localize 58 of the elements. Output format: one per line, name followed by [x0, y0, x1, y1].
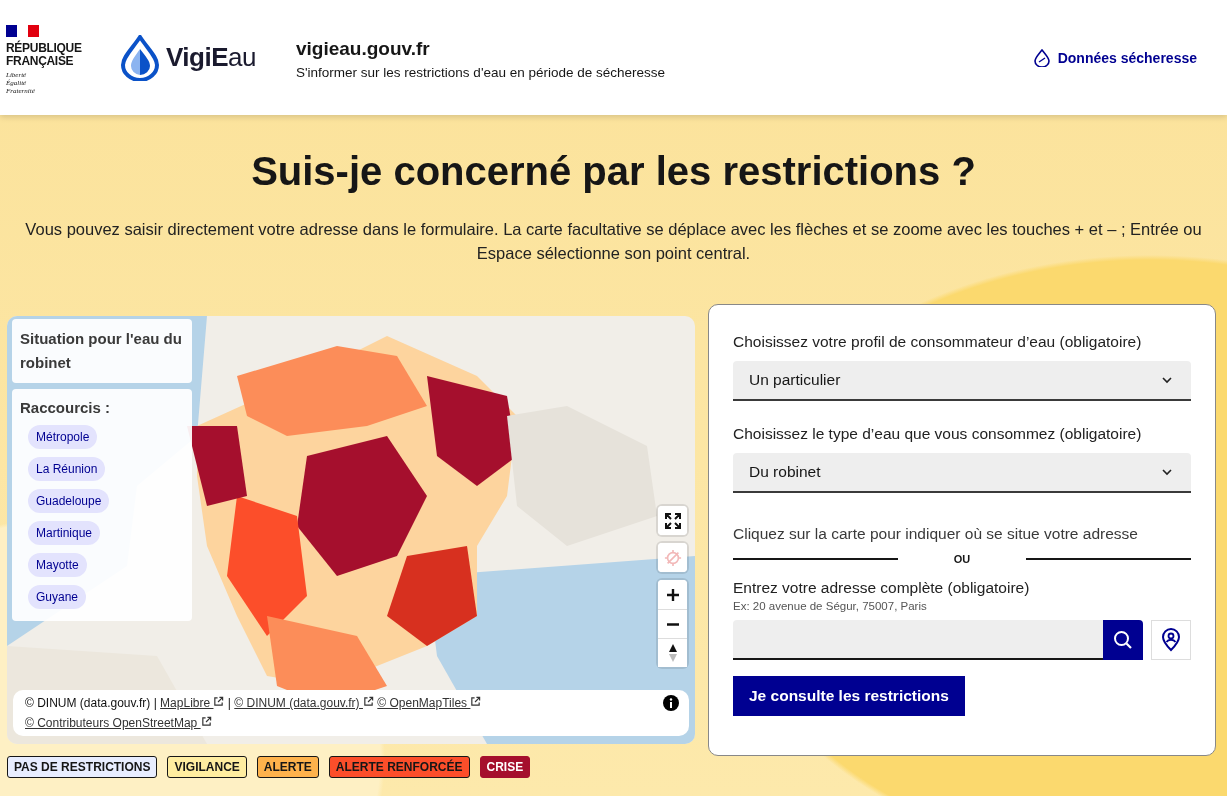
- drop-icon: [1033, 48, 1050, 67]
- shortcuts-heading: Raccourcis :: [20, 398, 112, 418]
- chevron-icon: [1161, 468, 1173, 476]
- republic-name: RÉPUBLIQUE: [6, 41, 83, 55]
- compass-icon: [668, 644, 677, 662]
- info-icon[interactable]: [663, 695, 679, 711]
- republic-name: FRANÇAISE: [6, 54, 74, 68]
- legend-tag: ALERTE: [256, 756, 319, 778]
- crossed-target-icon: [663, 548, 682, 567]
- shortcut-chip[interactable]: La Réunion: [28, 457, 106, 481]
- water-drop-icon: [120, 34, 160, 81]
- minus-icon: [666, 622, 679, 626]
- field-label: Choisissez le type d’eau que vous consommez (obligatoire): [733, 424, 1143, 444]
- attribution-link[interactable]: © Contributeurs OpenStreetMap: [25, 716, 212, 730]
- fullscreen-icon: [664, 512, 681, 529]
- legend-tag: PAS DE RESTRICTIONS: [7, 756, 158, 778]
- map-layer-title: Situation pour l'eau du robinet: [12, 319, 192, 383]
- search-button[interactable]: [1103, 620, 1143, 660]
- flag-icon: [6, 24, 39, 37]
- shortcut-chip[interactable]: Guadeloupe: [28, 489, 110, 513]
- locate-button[interactable]: [1151, 620, 1191, 660]
- location-pin-icon: [1161, 628, 1181, 652]
- logo-text: VigiEau: [166, 42, 256, 73]
- shortcut-chip[interactable]: Martinique: [28, 521, 101, 545]
- attribution-link[interactable]: MapLibre: [160, 696, 225, 710]
- shortcut-chip[interactable]: Métropole: [28, 425, 98, 449]
- drought-data-link[interactable]: Données sécheresse: [1033, 44, 1197, 71]
- plus-icon: [666, 588, 679, 601]
- attribution-link[interactable]: © DINUM (data.gouv.fr): [234, 696, 374, 710]
- legend-tag: ALERTE RENFORCÉE: [328, 756, 470, 778]
- intro-paragraph: Vous pouvez saisir directement votre adresse dans le formulaire. La carte facultative se déplace avec les flèches et se zoome avec les touches + et – ; Entrée ou Espace sélectionne son point central.: [24, 219, 1203, 264]
- external-link-icon: [213, 696, 225, 707]
- field-hint: Ex: 20 avenue de Ségur, 75007, Paris: [733, 600, 928, 612]
- external-link-icon: [200, 716, 212, 727]
- chevron-icon: [1161, 376, 1173, 384]
- attribution-text: © DINUM (data.gouv.fr) |: [25, 696, 157, 710]
- map-hint: Cliquez sur la carte pour indiquer où se situe votre adresse: [733, 524, 1139, 544]
- fullscreen-button[interactable]: [658, 506, 687, 535]
- profile-select[interactable]: Un particulier: [733, 361, 1191, 401]
- separator-text: OU: [952, 552, 972, 567]
- site-name: vigieau.gouv.fr: [296, 36, 431, 61]
- external-link-icon: [362, 696, 374, 707]
- legend-tag: VIGILANCE: [167, 756, 247, 778]
- page-title: Suis-je concerné par les restrictions ?: [250, 148, 977, 195]
- shortcut-chip[interactable]: Mayotte: [28, 553, 87, 577]
- address-field[interactable]: [733, 620, 1103, 660]
- shortcut-chip[interactable]: Guyane: [28, 585, 87, 609]
- external-link-icon: [470, 696, 482, 707]
- search-icon: [1113, 630, 1133, 650]
- tagline: S'informer sur les restrictions d'eau en période de sécheresse: [296, 64, 667, 80]
- attribution-link[interactable]: © OpenMapTiles: [377, 696, 482, 710]
- submit-button[interactable]: Je consulte les restrictions: [733, 676, 965, 716]
- legend-tag: CRISE: [479, 756, 531, 778]
- field-label: Entrez votre adresse complète (obligatoire): [733, 578, 1031, 598]
- water-type-select[interactable]: Du robinet: [733, 453, 1191, 493]
- attribution-text: |: [227, 696, 231, 710]
- compass-button[interactable]: [658, 638, 687, 667]
- field-label: Choisissez votre profil de consommateur d’eau (obligatoire): [733, 332, 1143, 352]
